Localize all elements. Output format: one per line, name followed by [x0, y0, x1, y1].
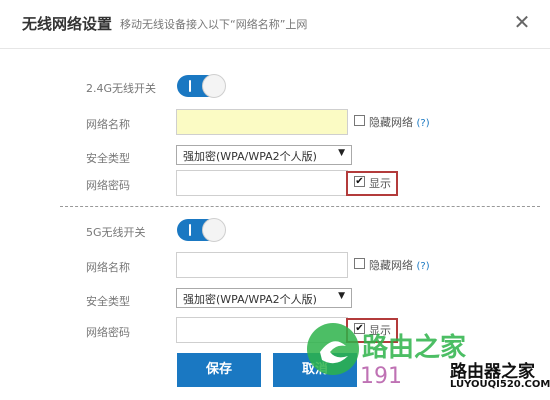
row-24g-security: 安全类型 强加密(WPA/WPA2个人版) ▼ [0, 143, 550, 173]
row-5g-switch: 5G无线开关 [0, 217, 550, 247]
help-icon[interactable]: (?) [417, 118, 430, 129]
watermark-number: 191 [360, 364, 402, 389]
toggle-on-mark [189, 224, 191, 236]
checkbox-24g-show[interactable]: ✔ [354, 176, 365, 187]
input-5g-ssid[interactable] [176, 252, 348, 278]
wireless-settings-dialog: 无线网络设置 移动无线设备接入以下“网络名称”上网 ✕ 2.4G无线开关 网络名… [0, 0, 550, 400]
toggle-on-mark [189, 80, 191, 92]
label-5g-switch: 5G无线开关 [86, 226, 146, 239]
input-24g-ssid[interactable] [176, 109, 348, 135]
dropdown-arrow-icon: ▼ [338, 291, 345, 301]
label-24g-password: 网络密码 [86, 179, 130, 192]
select-24g-security-value: 强加密(WPA/WPA2个人版) [183, 150, 317, 163]
row-5g-password: 网络密码 ✔ 显示 [0, 317, 550, 347]
label-24g-security: 安全类型 [86, 152, 130, 165]
close-icon[interactable]: ✕ [510, 10, 534, 34]
help-icon[interactable]: (?) [417, 261, 430, 272]
save-button[interactable]: 保存 [177, 353, 261, 387]
label-24g-hide: 隐藏网络 (?) [369, 114, 430, 130]
toggle-24g-switch[interactable] [177, 74, 226, 98]
watermark-url: LUYOUQI520.COM [450, 379, 550, 390]
toggle-knob [202, 218, 226, 242]
label-24g-hide-text: 隐藏网络 [369, 116, 413, 129]
watermark-logo-icon [307, 323, 359, 375]
select-5g-security[interactable]: 强加密(WPA/WPA2个人版) ▼ [176, 288, 352, 308]
select-5g-security-value: 强加密(WPA/WPA2个人版) [183, 293, 317, 306]
row-24g-ssid: 网络名称 隐藏网络 (?) [0, 109, 550, 139]
row-24g-switch: 2.4G无线开关 [0, 73, 550, 103]
row-5g-ssid: 网络名称 隐藏网络 (?) [0, 252, 550, 282]
label-5g-hide-text: 隐藏网络 [369, 259, 413, 272]
checkbox-24g-hide[interactable] [354, 115, 365, 126]
label-24g-ssid: 网络名称 [86, 118, 130, 131]
row-24g-password: 网络密码 ✔ 显示 [0, 170, 550, 200]
select-24g-security[interactable]: 强加密(WPA/WPA2个人版) ▼ [176, 145, 352, 165]
input-24g-password[interactable] [176, 170, 348, 196]
toggle-5g-switch[interactable] [177, 218, 226, 242]
dialog-header: 无线网络设置 移动无线设备接入以下“网络名称”上网 ✕ [0, 0, 550, 49]
checkbox-5g-hide[interactable] [354, 258, 365, 269]
label-5g-ssid: 网络名称 [86, 261, 130, 274]
dropdown-arrow-icon: ▼ [338, 148, 345, 158]
label-24g-show: 显示 [369, 177, 391, 190]
label-5g-security: 安全类型 [86, 295, 130, 308]
dialog-title: 无线网络设置 [22, 15, 113, 33]
section-divider [60, 206, 540, 207]
label-24g-switch: 2.4G无线开关 [86, 82, 157, 95]
row-5g-security: 安全类型 强加密(WPA/WPA2个人版) ▼ [0, 286, 550, 316]
toggle-knob [202, 74, 226, 98]
label-5g-hide: 隐藏网络 (?) [369, 257, 430, 273]
label-5g-password: 网络密码 [86, 326, 130, 339]
dialog-subtitle: 移动无线设备接入以下“网络名称”上网 [120, 18, 308, 31]
